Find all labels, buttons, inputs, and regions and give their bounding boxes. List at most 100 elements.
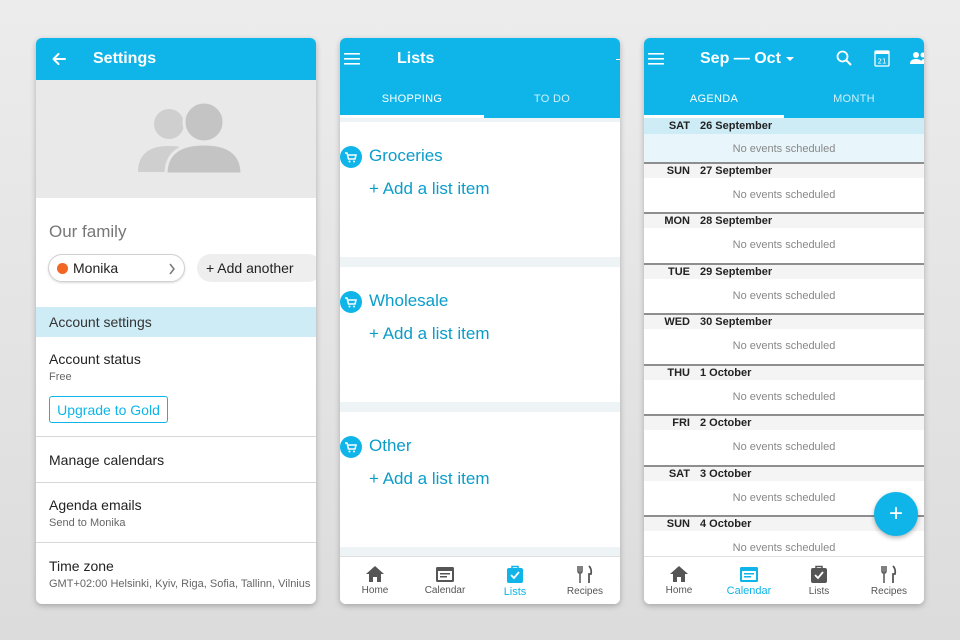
no-events-row[interactable]: No events scheduled — [644, 230, 924, 260]
lists-icon — [507, 565, 523, 583]
day-header: TUE 29 September — [644, 263, 924, 279]
menu-icon[interactable] — [344, 53, 360, 65]
no-events-row[interactable]: No events scheduled — [644, 533, 924, 556]
add-event-button[interactable]: + — [874, 492, 918, 536]
family-avatar-icon — [138, 100, 242, 174]
calendar-icon — [436, 567, 454, 582]
no-events-row[interactable]: No events scheduled — [644, 432, 924, 462]
list-title: Groceries — [369, 146, 443, 165]
nav-label: Calendar — [424, 585, 466, 596]
member-name: Monika — [73, 260, 119, 276]
bottom-navigation: Home Calendar Lists Recipes — [644, 556, 924, 604]
agenda-emails-item[interactable]: Agenda emails — [49, 497, 142, 513]
nav-label: Calendar — [726, 584, 772, 597]
agenda-emails-sub: Send to Monika — [49, 517, 126, 529]
search-icon[interactable] — [836, 50, 852, 66]
lists-app-bar: Lists — [340, 38, 620, 80]
tab-shopping[interactable]: SHOPPING — [340, 80, 484, 118]
shopping-cart-icon — [340, 436, 362, 458]
list-card-other[interactable]: Other + Add a list item — [340, 412, 620, 547]
day-of-week: FRI — [672, 417, 690, 429]
no-events-row[interactable]: No events scheduled — [644, 134, 924, 164]
list-card-groceries[interactable]: Groceries + Add a list item — [340, 122, 620, 257]
back-arrow-icon[interactable] — [50, 50, 68, 68]
add-list-item-link[interactable]: + Add a list item — [369, 179, 489, 199]
divider — [36, 436, 316, 437]
people-icon[interactable] — [910, 51, 924, 65]
nav-recipes[interactable]: Recipes — [854, 557, 924, 604]
tab-month[interactable]: MONTH — [784, 80, 924, 118]
add-member-button[interactable]: + Add another — [197, 254, 316, 282]
day-header: THU 1 October — [644, 364, 924, 380]
page-title: Lists — [397, 50, 435, 67]
calendar-icon — [740, 566, 758, 582]
nav-home[interactable]: Home — [644, 557, 714, 604]
lists-icon — [811, 565, 827, 583]
nav-label: Lists — [808, 586, 830, 597]
divider — [36, 482, 316, 483]
add-list-item-link[interactable]: + Add a list item — [369, 469, 489, 489]
family-photo-area[interactable] — [36, 80, 316, 198]
upgrade-to-gold-button[interactable]: Upgrade to Gold — [49, 396, 168, 423]
fork-knife-icon — [577, 565, 593, 583]
today-calendar-icon[interactable]: 21 — [874, 49, 890, 67]
member-chip-monika[interactable]: Monika — [48, 254, 185, 282]
calendar-app-bar: Sep — Oct 21 — [644, 38, 924, 80]
day-date: 30 September — [700, 316, 773, 328]
nav-label: Home — [361, 585, 389, 596]
day-date: 1 October — [700, 367, 752, 379]
day-date: 2 October — [700, 417, 752, 429]
lists-container: Groceries + Add a list item Wholesale + … — [340, 118, 620, 556]
overflow-edge — [616, 59, 620, 60]
day-of-week: THU — [667, 367, 690, 379]
calendar-screen: Sep — Oct 21 AGENDA MONTH SAT 26 Septembe… — [644, 38, 924, 604]
no-events-row[interactable]: No events scheduled — [644, 281, 924, 311]
settings-app-bar: Settings — [36, 38, 316, 80]
add-list-item-link[interactable]: + Add a list item — [369, 324, 489, 344]
nav-calendar[interactable]: Calendar — [714, 557, 784, 604]
day-header: SUN 27 September — [644, 162, 924, 178]
date-range-selector[interactable]: Sep — Oct — [700, 50, 795, 68]
day-of-week: MON — [664, 215, 690, 227]
nav-recipes[interactable]: Recipes — [550, 557, 620, 604]
nav-lists[interactable]: Lists — [480, 557, 550, 604]
day-header: MON 28 September — [644, 212, 924, 228]
manage-calendars-item[interactable]: Manage calendars — [49, 452, 164, 468]
lists-tabs: SHOPPING TO DO — [340, 80, 620, 118]
fork-knife-icon — [881, 565, 897, 583]
day-of-week: SUN — [666, 165, 690, 177]
list-card-wholesale[interactable]: Wholesale + Add a list item — [340, 267, 620, 402]
today-date-number: 21 — [878, 58, 887, 66]
account-status-title: Account status — [49, 351, 141, 367]
family-name-label: Our family — [49, 222, 127, 241]
tab-to-do[interactable]: TO DO — [484, 80, 620, 118]
day-of-week: WED — [664, 316, 690, 328]
day-header: WED 30 September — [644, 313, 924, 329]
no-events-row[interactable]: No events scheduled — [644, 180, 924, 210]
settings-screen: Settings Our family Monika + Add another… — [36, 38, 316, 604]
day-date: 29 September — [700, 266, 773, 278]
day-date: 26 September — [700, 120, 773, 132]
no-events-row[interactable]: No events scheduled — [644, 382, 924, 412]
day-of-week: SAT — [668, 468, 690, 480]
time-zone-item[interactable]: Time zone — [49, 558, 114, 574]
day-of-week: SUN — [666, 518, 690, 530]
nav-lists[interactable]: Lists — [784, 557, 854, 604]
account-settings-header: Account settings — [36, 307, 316, 337]
home-icon — [670, 566, 688, 582]
day-of-week: SAT — [668, 120, 690, 132]
calendar-tabs: AGENDA MONTH — [644, 80, 924, 118]
nav-label: Recipes — [566, 586, 604, 597]
nav-calendar[interactable]: Calendar — [410, 557, 480, 604]
nav-home[interactable]: Home — [340, 557, 410, 604]
tab-agenda[interactable]: AGENDA — [644, 80, 784, 118]
menu-icon[interactable] — [648, 53, 664, 65]
nav-label: Recipes — [870, 586, 908, 597]
lists-screen: Lists SHOPPING TO DO Groceries + Add a l… — [340, 38, 620, 604]
list-title: Other — [369, 436, 412, 455]
agenda-list: SAT 26 September No events scheduled SUN 2… — [644, 118, 924, 556]
no-events-row[interactable]: No events scheduled — [644, 331, 924, 361]
shopping-cart-icon — [340, 291, 362, 313]
caret-down-icon — [785, 57, 794, 61]
member-color-dot — [57, 262, 68, 274]
